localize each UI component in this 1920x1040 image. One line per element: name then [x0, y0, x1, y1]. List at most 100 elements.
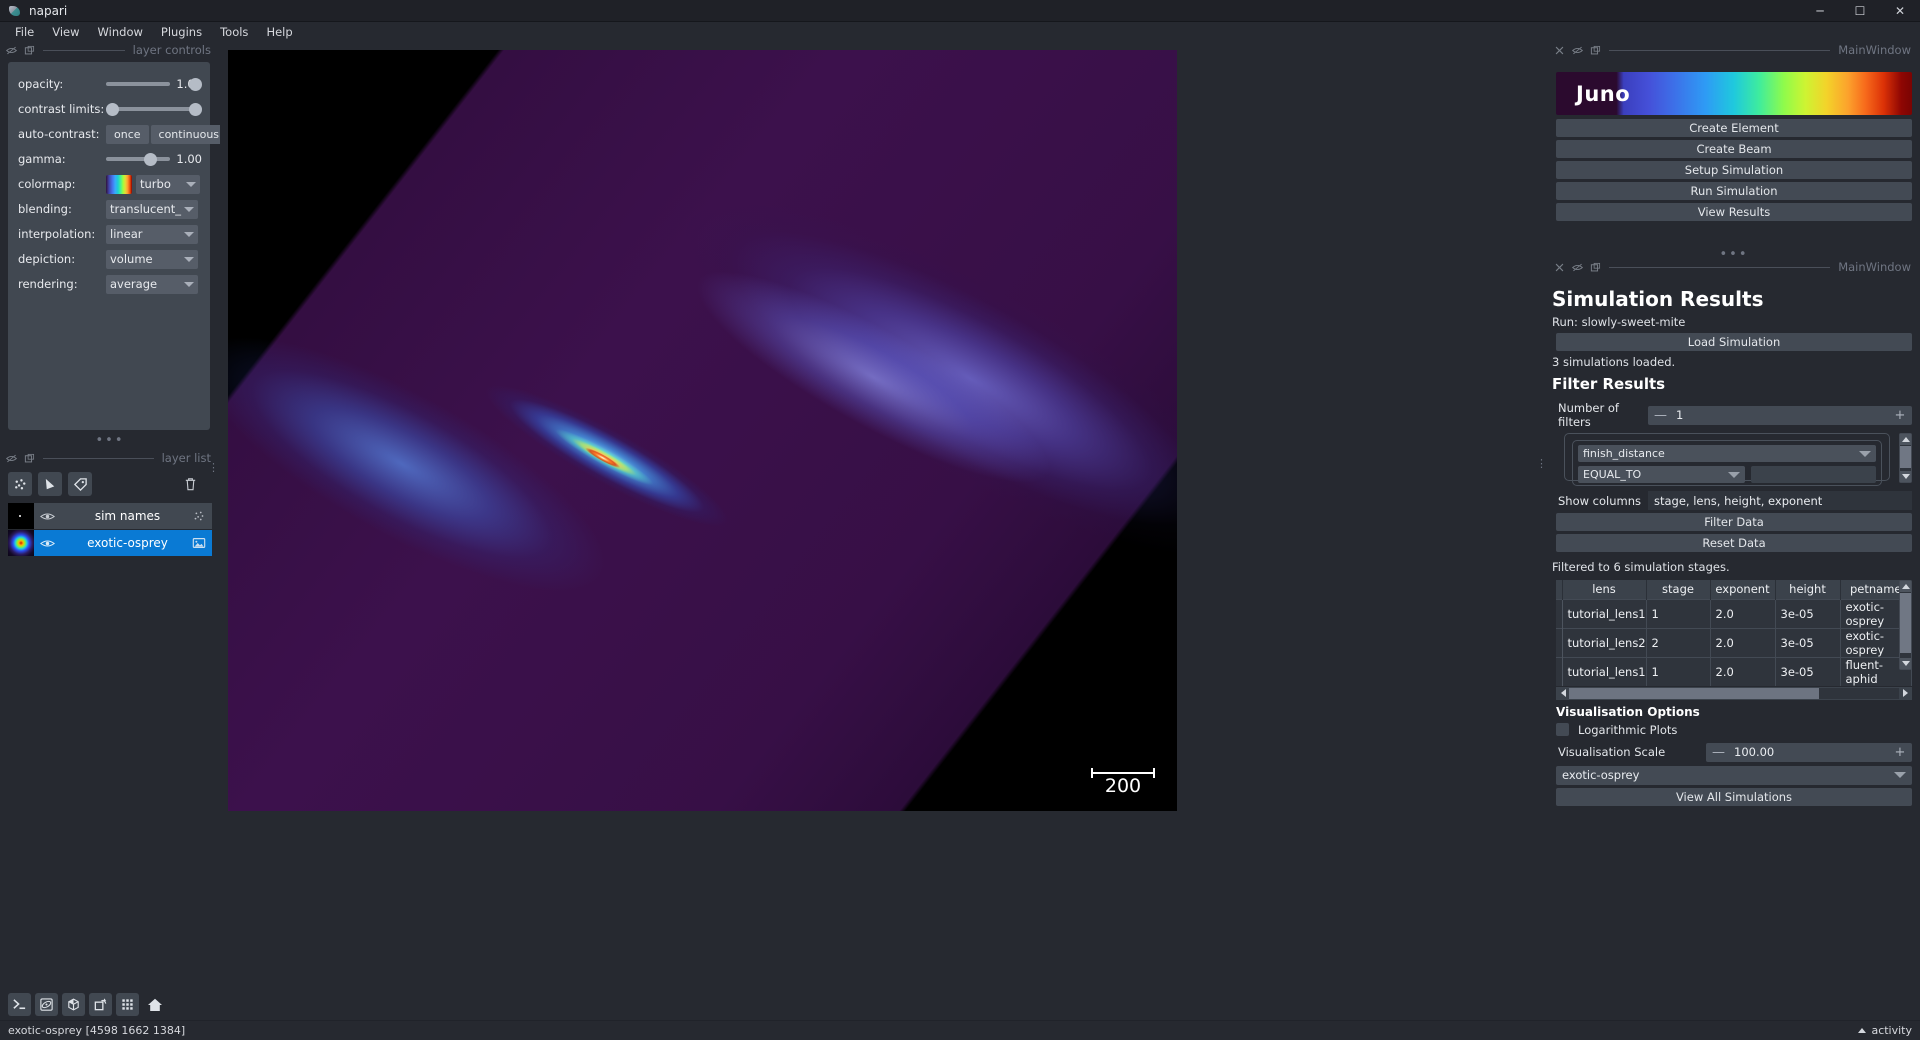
new-labels-button[interactable] — [68, 472, 92, 496]
auto-contrast-continuous-button[interactable]: continuous — [150, 124, 228, 144]
column-header-lens[interactable]: lens — [1562, 580, 1647, 599]
scroll-down-button[interactable] — [1900, 658, 1911, 669]
filter-operator-select[interactable]: EQUAL_TO — [1578, 466, 1745, 483]
column-header-stage[interactable]: stage — [1646, 580, 1711, 599]
rendering-select[interactable]: average — [106, 274, 198, 294]
table-horizontal-scrollbar[interactable] — [1556, 686, 1912, 700]
menu-view[interactable]: View — [43, 23, 88, 41]
blending-value: translucent_ — [110, 202, 181, 216]
decrement-button[interactable]: — — [1654, 408, 1667, 423]
logarithmic-plots-row[interactable]: Logarithmic Plots — [1556, 723, 1912, 737]
table-row[interactable]: tutorial_lens1 1 2.0 3e-05 fluent-aphid — [1556, 656, 1912, 686]
home-button[interactable] — [143, 993, 166, 1016]
menu-window[interactable]: Window — [89, 23, 152, 41]
filter-data-button[interactable]: Filter Data — [1556, 513, 1912, 531]
colormap-select[interactable]: turbo — [136, 174, 200, 194]
decrement-button[interactable]: — — [1712, 745, 1725, 760]
visibility-eye-icon[interactable] — [40, 538, 55, 549]
table-vertical-scrollbar[interactable] — [1899, 580, 1912, 670]
float-icon[interactable] — [1572, 262, 1583, 273]
scrollbar-thumb[interactable] — [1900, 446, 1911, 468]
reset-data-button[interactable]: Reset Data — [1556, 534, 1912, 552]
minimize-button[interactable]: ─ — [1800, 0, 1840, 22]
opacity-slider[interactable] — [106, 75, 202, 93]
create-beam-button[interactable]: Create Beam — [1556, 140, 1912, 158]
visualisation-scale-stepper[interactable]: — 100.00 + — [1706, 742, 1912, 762]
scroll-right-button[interactable] — [1899, 687, 1911, 699]
gamma-slider[interactable] — [106, 150, 171, 168]
interpolation-row: interpolation: linear — [18, 222, 202, 246]
setup-simulation-button[interactable]: Setup Simulation — [1556, 161, 1912, 179]
menu-plugins[interactable]: Plugins — [152, 23, 211, 41]
layer-controls-dock-menu[interactable]: ••• — [0, 434, 220, 447]
transpose-button[interactable] — [89, 993, 112, 1016]
filter-vertical-scrollbar[interactable] — [1899, 433, 1912, 483]
console-button[interactable] — [8, 993, 31, 1016]
maximize-button[interactable]: ☐ — [1840, 0, 1880, 22]
visibility-eye-icon[interactable] — [40, 511, 55, 522]
new-points-button[interactable] — [8, 472, 32, 496]
show-columns-input[interactable]: stage, lens, height, exponent — [1648, 491, 1912, 510]
delete-layer-button[interactable] — [178, 472, 202, 496]
juno-dock-header: MainWindow — [1548, 42, 1920, 58]
logarithmic-plots-checkbox[interactable] — [1556, 723, 1569, 736]
gamma-value: 1.00 — [176, 152, 202, 166]
float-icon[interactable] — [6, 45, 17, 56]
ndisplay-button[interactable] — [35, 993, 58, 1016]
scrollbar-thumb[interactable] — [1569, 687, 1819, 699]
interpolation-select[interactable]: linear — [106, 224, 198, 244]
close-icon[interactable] — [1554, 45, 1565, 56]
depiction-select[interactable]: volume — [106, 249, 198, 269]
undock-icon[interactable] — [24, 453, 35, 464]
menu-tools[interactable]: Tools — [211, 23, 257, 41]
column-header-exponent[interactable]: exponent — [1710, 580, 1776, 599]
menu-file[interactable]: File — [6, 23, 43, 41]
close-icon[interactable] — [1554, 262, 1565, 273]
table-row[interactable]: tutorial_lens1 1 2.0 3e-05 exotic-osprey — [1556, 598, 1912, 628]
viewer-canvas-area[interactable]: 200 — [220, 42, 1548, 1020]
blending-select[interactable]: translucent_ — [106, 199, 198, 219]
scrollbar-thumb[interactable] — [1900, 593, 1911, 653]
undock-icon[interactable] — [24, 45, 35, 56]
float-icon[interactable] — [1572, 45, 1583, 56]
load-simulation-button[interactable]: Load Simulation — [1556, 333, 1912, 351]
number-of-filters-label: Number of filters — [1558, 401, 1619, 429]
scroll-up-button[interactable] — [1900, 581, 1911, 592]
shapes-icon — [45, 478, 54, 489]
simulation-select[interactable]: exotic-osprey — [1556, 765, 1912, 785]
increment-button[interactable]: + — [1894, 408, 1906, 423]
roll-dimensions-button[interactable] — [62, 993, 85, 1016]
layer-row[interactable]: sim names — [8, 503, 212, 529]
undock-icon[interactable] — [1590, 262, 1601, 273]
layer-controls-title: layer controls — [132, 43, 211, 57]
layer-controls-resize-handle[interactable]: ⋮ — [208, 462, 219, 473]
scroll-left-button[interactable] — [1557, 687, 1569, 699]
increment-button[interactable]: + — [1894, 745, 1906, 760]
create-element-button[interactable]: Create Element — [1556, 119, 1912, 137]
logarithmic-plots-label: Logarithmic Plots — [1578, 722, 1678, 737]
grid-view-button[interactable] — [116, 993, 139, 1016]
menu-help[interactable]: Help — [257, 23, 301, 41]
contrast-limits-slider[interactable] — [106, 100, 202, 118]
undock-icon[interactable] — [1590, 45, 1601, 56]
view-all-simulations-button[interactable]: View All Simulations — [1556, 787, 1912, 806]
auto-contrast-once-button[interactable]: once — [106, 124, 149, 144]
layer-row[interactable]: exotic-osprey — [8, 530, 212, 556]
activity-button[interactable]: activity — [1858, 1024, 1912, 1037]
scroll-down-button[interactable] — [1900, 471, 1911, 482]
float-icon[interactable] — [6, 453, 17, 464]
scroll-up-button[interactable] — [1900, 434, 1911, 445]
filter-value-input[interactable] — [1750, 466, 1876, 483]
close-button[interactable]: ✕ — [1880, 0, 1920, 22]
view-results-button[interactable]: View Results — [1556, 203, 1912, 221]
right-dock-resize-handle[interactable]: ⋮ — [1536, 458, 1547, 469]
table-row[interactable]: tutorial_lens2 2 2.0 3e-05 exotic-osprey — [1556, 627, 1912, 657]
new-shapes-button[interactable] — [38, 472, 62, 496]
filter-field-select[interactable]: finish_distance — [1578, 445, 1876, 462]
number-of-filters-row: Number of filters — 1 + — [1556, 401, 1912, 429]
column-header-height[interactable]: height — [1775, 580, 1841, 599]
number-of-filters-stepper[interactable]: — 1 + — [1648, 405, 1912, 425]
image-canvas[interactable]: 200 — [228, 50, 1177, 811]
juno-dock-menu[interactable]: ••• — [1548, 248, 1920, 261]
run-simulation-button[interactable]: Run Simulation — [1556, 182, 1912, 200]
